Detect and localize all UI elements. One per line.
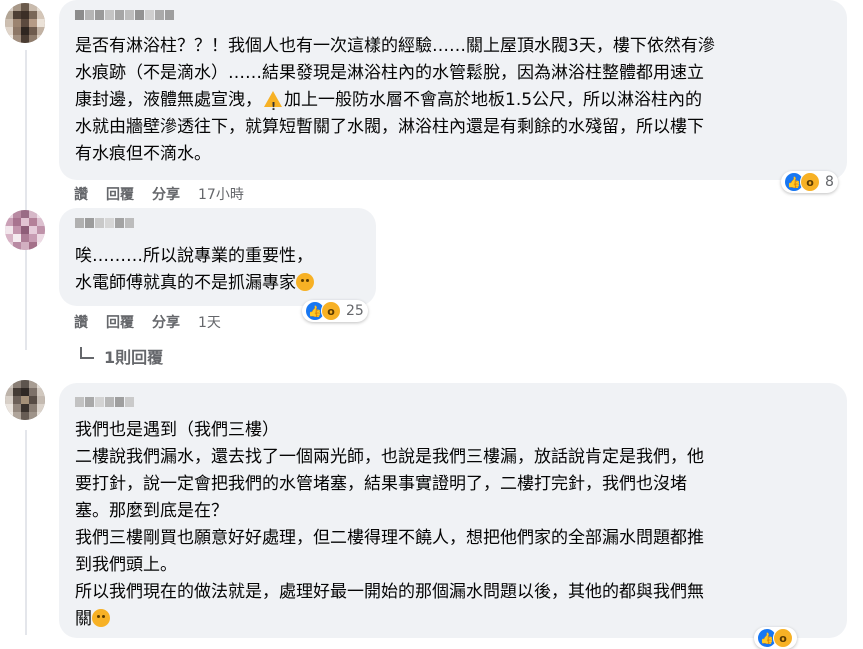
avatar[interactable] bbox=[5, 380, 45, 420]
comment-line: 加上一般防水層不會高於地板1.5公尺，所以淋浴柱內的 bbox=[284, 90, 703, 110]
comment-bubble: 我們也是遇到（我們三樓） 二樓說我們漏水，還去找了一個兩光師，也說是我們三樓漏，… bbox=[59, 383, 847, 638]
comment-line: 水電師傅就真的不是抓漏專家 bbox=[75, 273, 296, 293]
wow-icon: o bbox=[773, 628, 793, 648]
comment-line: 是否有淋浴柱？？！我個人也有一次這樣的經驗……關上屋頂水閥3天，樓下依然有滲 bbox=[75, 36, 715, 56]
thread-line bbox=[25, 50, 27, 350]
reaction-summary[interactable]: 👍 o 25 bbox=[302, 300, 368, 322]
comment-line: 水就由牆壁滲透往下，就算短暫關了水閥，淋浴柱內還是有剩餘的水殘留，所以樓下 bbox=[75, 117, 704, 137]
share-button[interactable]: 分享 bbox=[152, 312, 180, 332]
comment-line: 二樓說我們漏水，還去找了一個兩光師，也說是我們三樓漏，放話說肯定是我們，他 bbox=[75, 447, 704, 467]
comment-actions: 讚 回覆 分享 17小時 bbox=[74, 184, 262, 204]
timestamp[interactable]: 1天 bbox=[198, 312, 221, 332]
comment-text: 是否有淋浴柱？？！我個人也有一次這樣的經驗……關上屋頂水閥3天，樓下依然有滲 水… bbox=[75, 33, 715, 168]
timestamp[interactable]: 17小時 bbox=[198, 184, 244, 204]
thread-line bbox=[25, 430, 27, 635]
author-name[interactable] bbox=[75, 218, 135, 230]
comment-line: 關 bbox=[75, 609, 92, 629]
comment-line: 所以我們現在的做法就是，處理好最一開始的那個漏水問題以後，其他的都與我們無 bbox=[75, 582, 704, 602]
reaction-summary[interactable]: 👍 o bbox=[754, 627, 797, 649]
comment-text: 唉………所以說專業的重要性， 水電師傅就真的不是抓漏專家 bbox=[75, 243, 314, 297]
replies-count-label: 1則回覆 bbox=[104, 348, 164, 367]
comment-line: 唉………所以說專業的重要性， bbox=[75, 246, 313, 266]
comment-line: 康封邊，液體無處宣洩， bbox=[75, 90, 262, 110]
comment-line: 到我們頭上。 bbox=[75, 555, 177, 575]
reaction-summary[interactable]: 👍 o 8 bbox=[781, 171, 838, 193]
reply-button[interactable]: 回覆 bbox=[106, 312, 134, 332]
share-button[interactable]: 分享 bbox=[152, 184, 180, 204]
wow-icon: o bbox=[800, 172, 820, 192]
reply-arrow-icon bbox=[80, 347, 94, 359]
comment-line: 塞。那麼到底是在？ bbox=[75, 501, 228, 521]
comment-bubble: 是否有淋浴柱？？！我個人也有一次這樣的經驗……關上屋頂水閥3天，樓下依然有滲 水… bbox=[59, 0, 847, 180]
sad-emoji-icon bbox=[296, 273, 314, 291]
reaction-count: 25 bbox=[346, 303, 364, 319]
avatar[interactable] bbox=[5, 3, 45, 43]
comment-line: 水痕跡（不是滴水）……結果發現是淋浴柱內的水管鬆脫，因為淋浴柱整體都用速立 bbox=[75, 63, 704, 83]
comment-text: 我們也是遇到（我們三樓） 二樓說我們漏水，還去找了一個兩光師，也說是我們三樓漏，… bbox=[75, 417, 704, 633]
comment-line: 我們三樓剛買也願意好好處理，但二樓得理不饒人，想把他們家的全部漏水問題都推 bbox=[75, 528, 704, 548]
author-name[interactable] bbox=[75, 397, 135, 409]
smile-emoji-icon bbox=[92, 609, 110, 627]
like-button[interactable]: 讚 bbox=[74, 184, 88, 204]
comment-line: 要打針，說一定會把我們的水管堵塞，結果事實證明了，二樓打完針，我們也沒堵 bbox=[75, 474, 687, 494]
comment-actions: 讚 回覆 分享 1天 bbox=[74, 312, 239, 332]
wow-icon: o bbox=[321, 301, 341, 321]
reply-button[interactable]: 回覆 bbox=[106, 184, 134, 204]
comment-bubble: 唉………所以說專業的重要性， 水電師傅就真的不是抓漏專家 bbox=[59, 208, 376, 306]
reaction-count: 8 bbox=[825, 174, 834, 190]
comment-line: 我們也是遇到（我們三樓） bbox=[75, 420, 279, 440]
like-button[interactable]: 讚 bbox=[74, 312, 88, 332]
avatar[interactable] bbox=[5, 210, 45, 250]
warning-icon bbox=[264, 91, 282, 120]
comment-line: 有水痕但不滴水。 bbox=[75, 144, 211, 164]
view-replies-link[interactable]: 1則回覆 bbox=[80, 344, 163, 368]
author-name[interactable] bbox=[75, 10, 175, 22]
